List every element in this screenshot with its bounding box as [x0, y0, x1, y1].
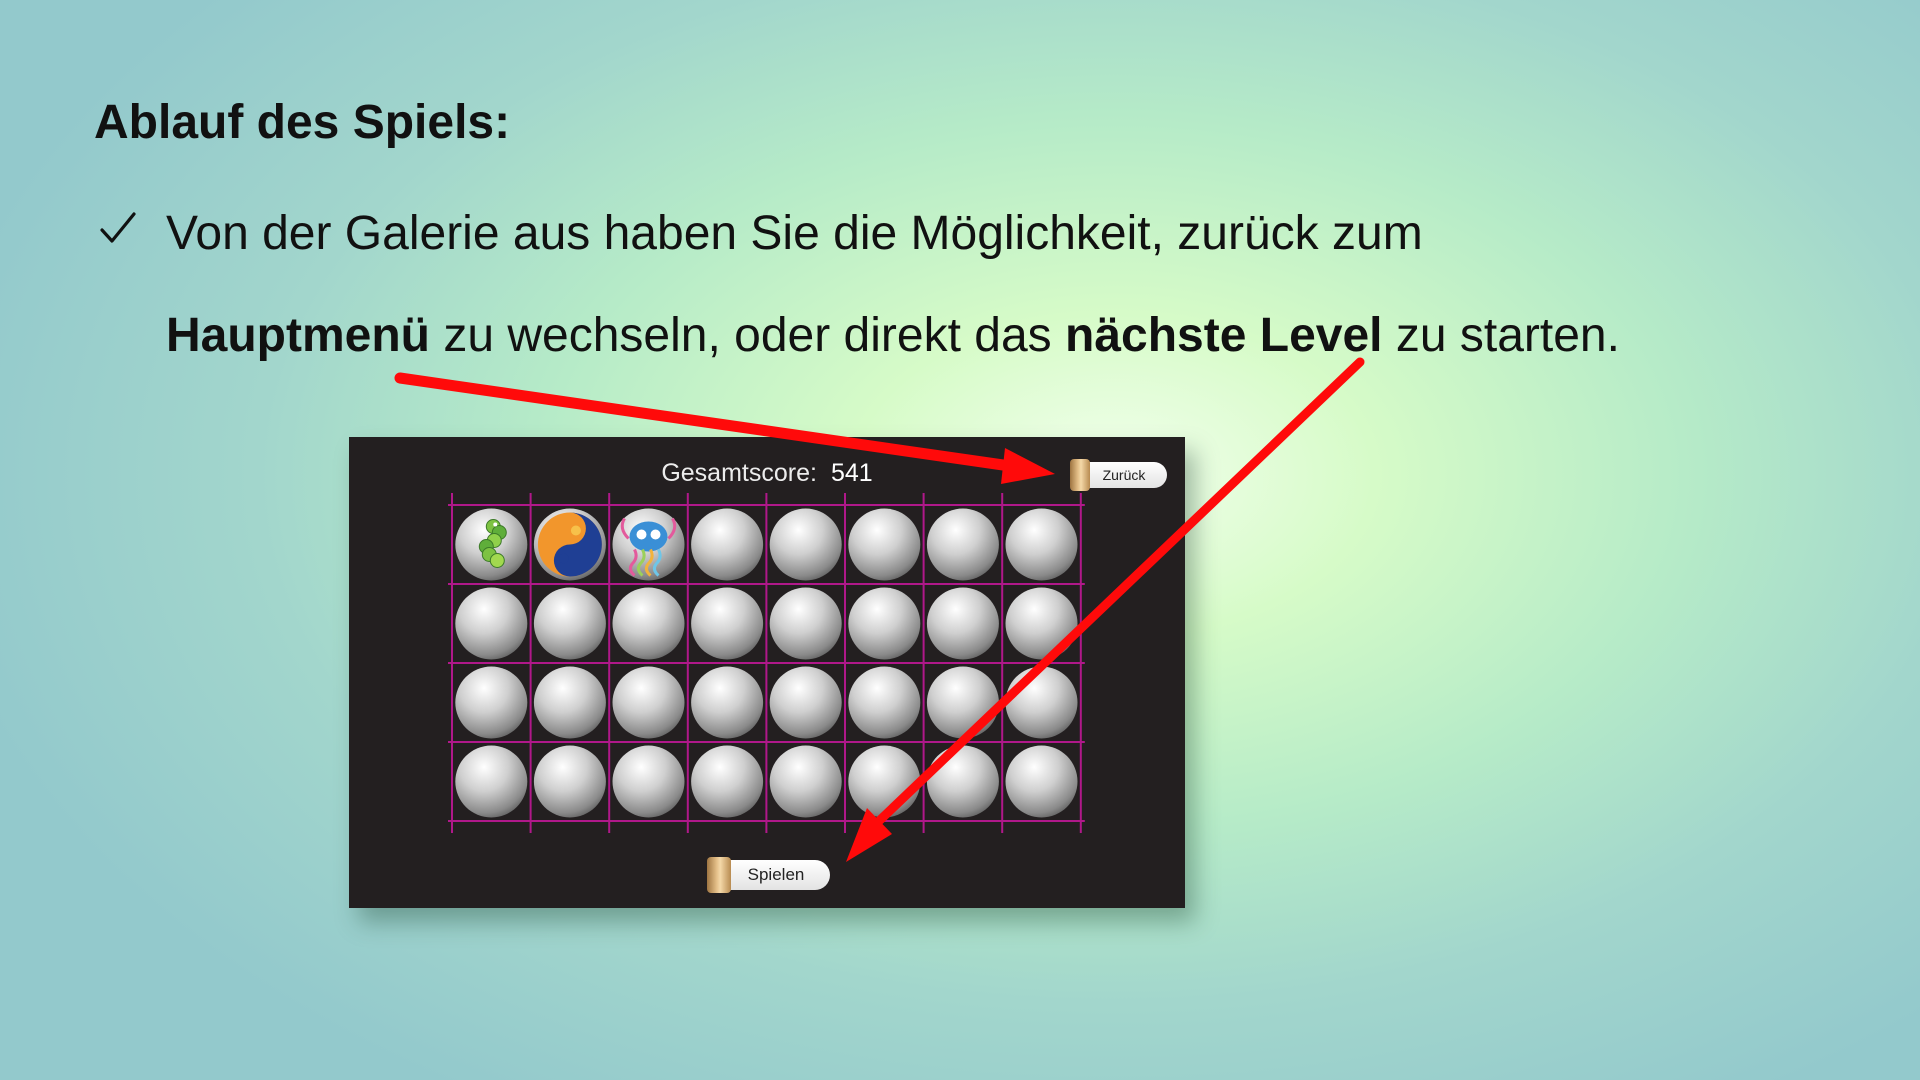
gallery-slot-locked[interactable]	[533, 745, 606, 818]
bullet-text-end: zu starten.	[1382, 309, 1620, 362]
gallery-slot-caterpillar-creature[interactable]	[455, 508, 528, 581]
gallery-slot-locked[interactable]	[691, 666, 764, 739]
back-button-label: Zurück	[1102, 467, 1146, 483]
gallery-slot-locked[interactable]	[455, 587, 528, 660]
gallery-slot-locked[interactable]	[691, 745, 764, 818]
gallery-slot-locked[interactable]	[533, 666, 606, 739]
gallery-slot-locked[interactable]	[691, 587, 764, 660]
play-button-label: Spielen	[747, 865, 805, 884]
back-button[interactable]: Zurück	[1070, 459, 1167, 491]
gallery-slot-locked[interactable]	[455, 666, 528, 739]
gallery-slot-locked[interactable]	[848, 587, 921, 660]
gallery-slot-locked[interactable]	[769, 745, 842, 818]
bullet-text-line2: Hauptmenü zu wechseln, oder direkt das n…	[166, 306, 1620, 366]
bold-next-level: nächste Level	[1065, 309, 1383, 362]
gallery-slot-locked[interactable]	[769, 666, 842, 739]
total-score: Gesamtscore: 541	[349, 459, 1185, 488]
gallery-slot-locked[interactable]	[926, 666, 999, 739]
gallery-slot-locked[interactable]	[848, 666, 921, 739]
gallery-slot-locked[interactable]	[1005, 745, 1078, 818]
game-gallery-screenshot: Gesamtscore: 541 Zurück Spielen	[349, 437, 1185, 908]
gallery-grid	[448, 493, 1085, 833]
gallery-slot-locked[interactable]	[926, 745, 999, 818]
gallery-slot-locked[interactable]	[612, 587, 685, 660]
gallery-slot-locked[interactable]	[1005, 587, 1078, 660]
gallery-slot-jellyfish-creature[interactable]	[612, 508, 685, 581]
gallery-slot-locked[interactable]	[1005, 508, 1078, 581]
bullet-text-mid: zu wechseln, oder direkt das	[430, 309, 1065, 362]
play-button[interactable]: Spielen	[707, 857, 830, 893]
gallery-slot-locked[interactable]	[926, 508, 999, 581]
gallery-slot-locked[interactable]	[848, 745, 921, 818]
bullet-text-line1: Von der Galerie aus haben Sie die Möglic…	[166, 207, 1423, 260]
gallery-slot-locked[interactable]	[533, 587, 606, 660]
gallery-slot-locked[interactable]	[769, 587, 842, 660]
gallery-slot-locked[interactable]	[848, 508, 921, 581]
gallery-slot-locked[interactable]	[1005, 666, 1078, 739]
gallery-slot-locked[interactable]	[691, 508, 764, 581]
bold-hauptmenu: Hauptmenü	[166, 309, 430, 362]
gallery-slot-locked[interactable]	[769, 508, 842, 581]
gallery-slot-locked[interactable]	[926, 587, 999, 660]
scroll-cap-icon	[1070, 459, 1090, 491]
score-label: Gesamtscore:	[661, 459, 817, 487]
slide-title: Ablauf des Spiels:	[94, 96, 511, 149]
gallery-slot-locked[interactable]	[612, 666, 685, 739]
gallery-slot-yin-yang-creature[interactable]	[533, 508, 606, 581]
checkmark-icon	[100, 212, 136, 243]
scroll-cap-icon	[707, 857, 731, 893]
gallery-slot-locked[interactable]	[455, 745, 528, 818]
score-value: 541	[830, 459, 873, 487]
gallery-slot-locked[interactable]	[612, 745, 685, 818]
